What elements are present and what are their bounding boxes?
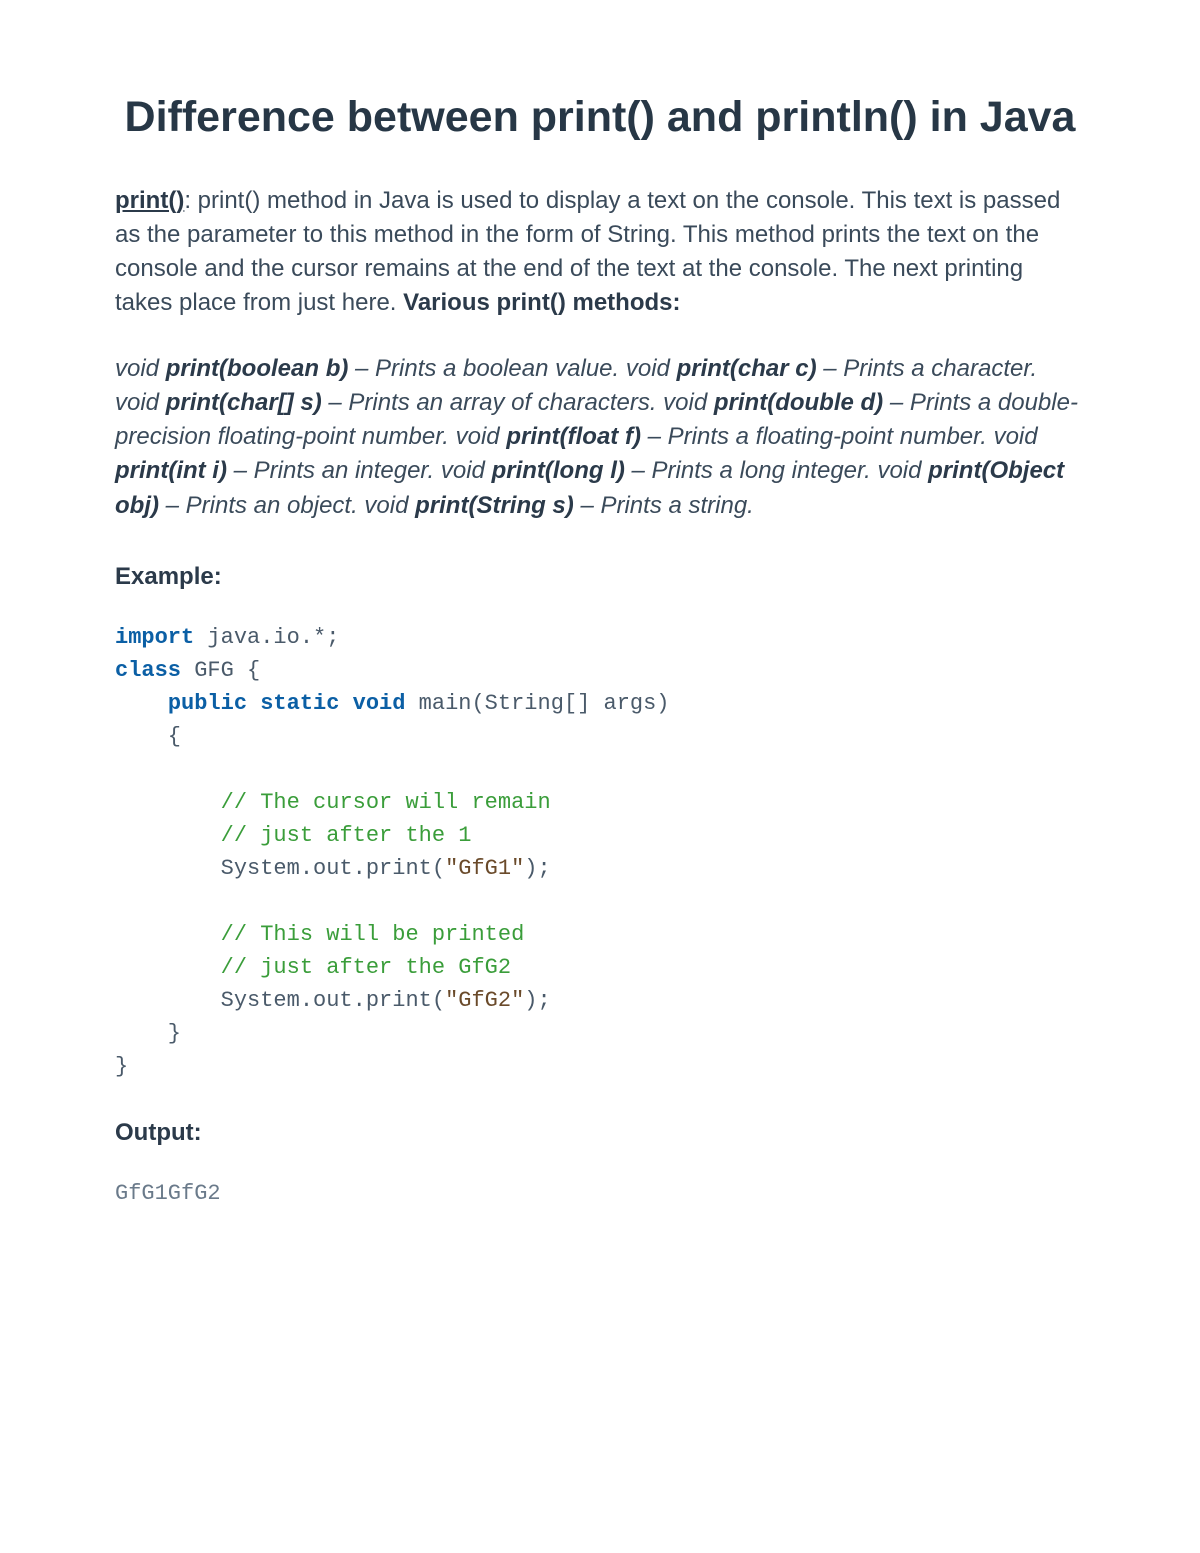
code-l1-rest: java.io.*; bbox=[194, 625, 339, 650]
m5-desc: – Prints a floating-point number. void bbox=[641, 423, 1038, 450]
m2-sig: print(char c) bbox=[677, 355, 817, 382]
example-label: Example: bbox=[115, 559, 1085, 595]
code-l3-rest: main(String[] args) bbox=[405, 691, 669, 716]
code-comment-1: // The cursor will remain bbox=[221, 790, 551, 815]
m6-desc: – Prints an integer. void bbox=[227, 457, 492, 484]
code-str-1: "GfG1" bbox=[445, 856, 524, 881]
code-l12-rest: ); bbox=[524, 988, 550, 1013]
m4-sig: print(double d) bbox=[714, 389, 883, 416]
code-kw-public: public bbox=[168, 691, 247, 716]
output-text: GfG1GfG2 bbox=[115, 1177, 1085, 1210]
print-link[interactable]: print() bbox=[115, 187, 184, 214]
code-comment-2: // just after the 1 bbox=[221, 823, 472, 848]
code-l11-indent bbox=[115, 955, 221, 980]
code-comment-4: // just after the GfG2 bbox=[221, 955, 511, 980]
m1-sig: print(boolean b) bbox=[166, 355, 349, 382]
code-l13: } bbox=[115, 1021, 181, 1046]
m9-sig: print(String s) bbox=[415, 492, 574, 519]
code-l10-indent bbox=[115, 922, 221, 947]
code-kw-import: import bbox=[115, 625, 194, 650]
m1-desc: – Prints a boolean value. void bbox=[348, 355, 676, 382]
code-l12-indent: System.out.print( bbox=[115, 988, 445, 1013]
code-kw-class: class bbox=[115, 658, 181, 683]
code-l4: { bbox=[115, 724, 181, 749]
methods-paragraph: void print(boolean b) – Prints a boolean… bbox=[115, 352, 1085, 522]
intro-paragraph: print(): print() method in Java is used … bbox=[115, 184, 1085, 320]
m1-pre: void bbox=[115, 355, 166, 382]
m5-sig: print(float f) bbox=[506, 423, 641, 450]
code-comment-3: // This will be printed bbox=[221, 922, 525, 947]
m6-sig: print(int i) bbox=[115, 457, 227, 484]
intro-bold-tail: Various print() methods: bbox=[403, 289, 680, 316]
page-title: Difference between print() and println()… bbox=[115, 90, 1085, 146]
m3-sig: print(char[] s) bbox=[166, 389, 322, 416]
code-kw-static: static bbox=[260, 691, 339, 716]
code-l3-sp1 bbox=[247, 691, 260, 716]
code-str-2: "GfG2" bbox=[445, 988, 524, 1013]
code-block: import java.io.*; class GFG { public sta… bbox=[115, 621, 1085, 1083]
code-l7-indent bbox=[115, 823, 221, 848]
m3-desc: – Prints an array of characters. void bbox=[322, 389, 714, 416]
code-l2-rest: GFG { bbox=[181, 658, 260, 683]
code-l8-indent: System.out.print( bbox=[115, 856, 445, 881]
code-l3-sp2 bbox=[339, 691, 352, 716]
output-label: Output: bbox=[115, 1115, 1085, 1151]
m9-desc: – Prints a string. bbox=[574, 492, 754, 519]
m7-sig: print(long l) bbox=[492, 457, 625, 484]
code-l14: } bbox=[115, 1054, 128, 1079]
code-l8-rest: ); bbox=[524, 856, 550, 881]
code-l6-indent bbox=[115, 790, 221, 815]
m7-desc: – Prints a long integer. void bbox=[625, 457, 928, 484]
code-kw-void: void bbox=[353, 691, 406, 716]
code-l3-indent bbox=[115, 691, 168, 716]
m8-desc: – Prints an object. void bbox=[159, 492, 415, 519]
